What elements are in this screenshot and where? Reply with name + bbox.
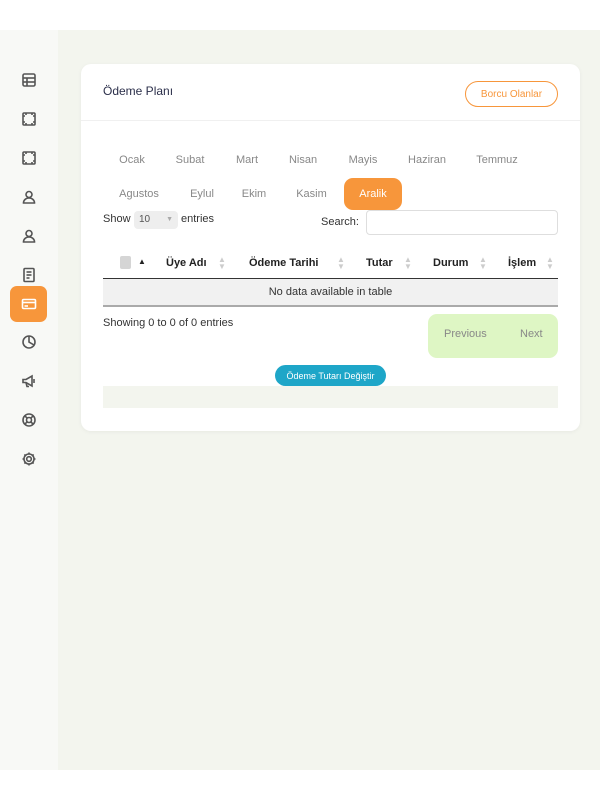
tab-month-mart[interactable]: Mart (219, 144, 275, 176)
tab-month-agustos[interactable]: Agustos (103, 178, 175, 210)
chevron-down-icon: ▼ (166, 216, 173, 223)
change-payment-amount-button[interactable]: Ödeme Tutarı Değiştir (275, 365, 386, 386)
sort-icon: ▲ ▼ (479, 255, 487, 271)
search-label: Search: (321, 216, 359, 228)
payment-plan-card: Ödeme Planı Borcu Olanlar Ocak Subat Mar… (81, 64, 580, 431)
sidebar-item-frame-2[interactable] (10, 140, 47, 176)
top-bar (0, 0, 600, 30)
table-info: Showing 0 to 0 of 0 entries (103, 317, 234, 329)
pie-chart-icon (21, 335, 36, 349)
entries-label: entries (181, 213, 215, 225)
card-footer (103, 386, 558, 408)
sort-icon: ▲ ▼ (218, 255, 226, 271)
column-label: Durum (433, 257, 469, 269)
settings-icon (22, 452, 35, 466)
next-button[interactable]: Next (520, 328, 543, 340)
tab-month-ocak[interactable]: Ocak (103, 144, 161, 176)
credit-card-icon (21, 298, 36, 310)
dashboard-icon (21, 73, 36, 87)
tab-month-temmuz[interactable]: Temmuz (459, 144, 535, 176)
sidebar-item-settings[interactable] (10, 441, 47, 477)
page-length-select[interactable]: 10 ▼ (134, 211, 178, 229)
sort-icon: ▲ ▼ (546, 255, 554, 271)
tab-month-eylul[interactable]: Eylul (175, 178, 229, 210)
frame-icon (21, 112, 36, 126)
page-length-value: 10 (139, 214, 151, 225)
previous-button[interactable]: Previous (444, 328, 487, 340)
tab-month-haziran[interactable]: Haziran (395, 144, 459, 176)
column-header-islem[interactable]: İşlem (508, 247, 536, 279)
support-icon (21, 413, 36, 427)
tab-month-nisan[interactable]: Nisan (275, 144, 331, 176)
tab-month-kasim[interactable]: Kasim (279, 178, 344, 210)
tab-month-mayis[interactable]: Mayis (331, 144, 395, 176)
sidebar-item-frame-1[interactable] (10, 101, 47, 137)
select-all-checkbox[interactable] (120, 256, 131, 269)
column-header-odeme-tarihi[interactable]: Ödeme Tarihi (249, 247, 318, 279)
column-label: İşlem (508, 257, 537, 269)
column-header-tutar[interactable]: Tutar (366, 247, 393, 279)
sidebar-item-announcements[interactable] (10, 363, 47, 399)
search-input[interactable] (366, 210, 558, 235)
tab-month-subat[interactable]: Subat (161, 144, 219, 176)
tab-month-aralik[interactable]: Aralik (344, 178, 402, 210)
frame-icon (21, 151, 36, 165)
column-header-uye-adi[interactable]: Üye Adı (166, 247, 207, 279)
card-title: Ödeme Planı (103, 84, 174, 98)
column-label: Tutar (366, 257, 393, 269)
column-label: Ödeme Tarihi (249, 257, 319, 269)
bottom-bar (0, 770, 600, 800)
column-header-durum[interactable]: Durum (433, 247, 468, 279)
divider (81, 120, 580, 121)
sidebar-item-payments[interactable] (10, 286, 47, 322)
debtors-button[interactable]: Borcu Olanlar (465, 81, 558, 107)
column-label: Üye Adı (166, 257, 207, 269)
megaphone-icon (21, 374, 35, 388)
sidebar-item-dashboard[interactable] (10, 62, 47, 98)
sidebar-item-support[interactable] (10, 402, 47, 438)
sort-ascending-icon[interactable]: ▲ (138, 257, 146, 266)
user-icon (22, 229, 35, 243)
sidebar (0, 30, 58, 770)
sort-icon: ▲ ▼ (337, 255, 345, 271)
sidebar-item-user-1[interactable] (10, 179, 47, 215)
empty-table-row: No data available in table (103, 279, 558, 307)
sidebar-item-reports[interactable] (10, 324, 47, 360)
pagination: Previous Next (428, 314, 558, 358)
document-icon (22, 267, 35, 283)
user-icon (22, 190, 35, 204)
show-label: Show (103, 213, 131, 225)
sidebar-item-user-2[interactable] (10, 218, 47, 254)
table-header: ▲ Üye Adı ▲ ▼ Ödeme Tarihi ▲ ▼ Tutar ▲ ▼ Du… (103, 247, 558, 279)
sort-icon: ▲ ▼ (404, 255, 412, 271)
tab-month-ekim[interactable]: Ekim (229, 178, 279, 210)
